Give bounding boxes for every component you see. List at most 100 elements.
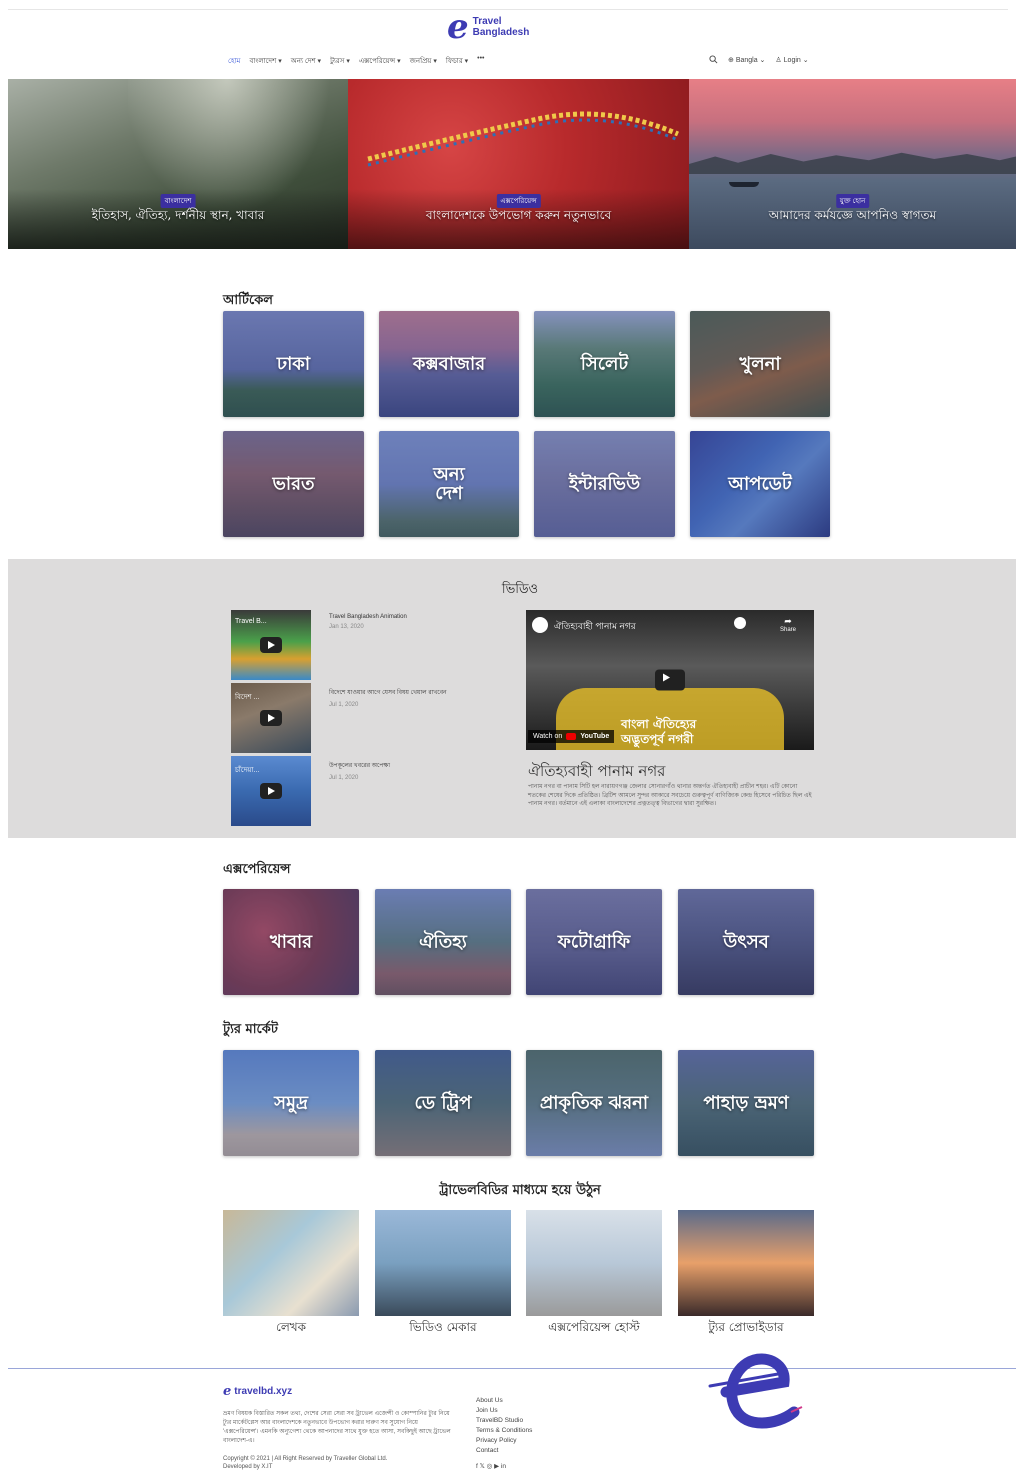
- tour-tile-hill[interactable]: পাহাড় ভ্রমণ: [678, 1050, 814, 1156]
- hero-slide-join[interactable]: যুক্ত হোন আমাদের কর্মযজ্ঞে আপনিও স্বাগতম: [689, 79, 1016, 249]
- join-caption-writer[interactable]: লেখক: [223, 1319, 359, 1339]
- channel-avatar: [532, 617, 548, 633]
- nav-feature[interactable]: ফিচার ▾: [446, 55, 468, 67]
- thumb-caption: বিদেশ ...: [235, 694, 260, 701]
- article-tile-coxsbazar[interactable]: কক্সবাজার: [379, 311, 519, 417]
- article-tile-dhaka[interactable]: ঢাকা: [223, 311, 364, 417]
- hero-slide-experience[interactable]: এক্সপেরিয়েন্স বাংলাদেশকে উপভোগ করুন নতু…: [348, 79, 689, 249]
- share-button[interactable]: ➦ Share: [780, 616, 796, 633]
- join-caption-video-maker[interactable]: ভিডিও মেকার: [375, 1319, 511, 1339]
- tile-label: আপডেট: [728, 473, 792, 495]
- experience-tile-photography[interactable]: ফটোগ্রাফি: [526, 889, 662, 995]
- video-thumb-1[interactable]: Travel B...: [231, 610, 311, 680]
- tile-label: ভারত: [272, 473, 315, 495]
- join-caption-tour-provider[interactable]: ট্যুর প্রোভাইডার: [678, 1319, 814, 1339]
- feature-video-text: পানাম নগর বা পানাম সিটি হল নারায়ণগঞ্জ জ…: [528, 784, 812, 807]
- footer-about: ভ্রমণ বিষয়ক বিস্তারিত সকল তথ্য, দেশের স…: [223, 1411, 451, 1444]
- thumb-caption: চাঁদেয়া...: [235, 767, 260, 774]
- play-icon[interactable]: [260, 710, 282, 726]
- tour-tile-sea[interactable]: সমুদ্র: [223, 1050, 359, 1156]
- boat-icon: [729, 182, 759, 187]
- join-image-video-maker[interactable]: [375, 1210, 511, 1316]
- tile-label: পাহাড় ভ্রমণ: [703, 1092, 789, 1114]
- hero-title[interactable]: বাংলাদেশকে উপভোগ করুন নতুনভাবে: [348, 207, 689, 227]
- articles-title: আর্টিকেল: [223, 293, 273, 308]
- footer-link-join[interactable]: Join Us: [476, 1406, 532, 1416]
- feature-video-title[interactable]: ঐতিহ্যবাহী পানাম নগর: [528, 760, 665, 785]
- tile-label: প্রাকৃতিক ঝরনা: [539, 1092, 649, 1114]
- language-selector[interactable]: ⊕ Bangla ⌄: [728, 56, 765, 64]
- search-icon[interactable]: [709, 55, 718, 64]
- article-tile-india[interactable]: ভারত: [223, 431, 364, 537]
- video-thumb-2[interactable]: বিদেশ ...: [231, 683, 311, 753]
- tile-label: খুলনা: [739, 353, 781, 375]
- article-tile-other-country[interactable]: অন্য দেশ: [379, 431, 519, 537]
- video-list-item-1[interactable]: Travel Bangladesh Animation Jan 13, 2020: [329, 614, 407, 630]
- nav-popular[interactable]: জনপ্রিয় ▾: [410, 55, 437, 67]
- tile-label: অন্য দেশ: [433, 464, 465, 504]
- tour-tile-waterfall[interactable]: প্রাকৃতিক ঝরনা: [526, 1050, 662, 1156]
- clock-icon[interactable]: [734, 617, 746, 629]
- tile-label: কক্সবাজার: [412, 353, 486, 375]
- logo-e-icon: e: [447, 7, 469, 47]
- watch-on-label: Watch on: [533, 733, 563, 740]
- video-list-title: Travel Bangladesh Animation: [329, 614, 407, 620]
- nav-more[interactable]: •••: [477, 55, 484, 67]
- video-list-item-2[interactable]: বিদেশে যাওয়ার আগে যেসব বিষয় খেয়াল রাখ…: [329, 687, 447, 708]
- tour-tile-day-trip[interactable]: ডে ট্রিপ: [375, 1050, 511, 1156]
- nav-other-country[interactable]: অন্য দেশ ▾: [291, 55, 321, 67]
- article-tile-interview[interactable]: ইন্টারভিউ: [534, 431, 675, 537]
- footer-divider: [8, 1368, 1016, 1369]
- logo-line2: Bangladesh: [472, 27, 530, 38]
- video-thumb-3[interactable]: চাঁদেয়া...: [231, 756, 311, 826]
- play-icon[interactable]: [260, 637, 282, 653]
- join-caption-experience-host[interactable]: এক্সপেরিয়েন্স হোস্ট: [526, 1319, 662, 1339]
- nav-bangladesh[interactable]: বাংলাদেশ ▾: [249, 55, 281, 67]
- footer-link-about[interactable]: About Us: [476, 1396, 532, 1406]
- player-overlay-line2: অদ্ভুতপূর্ব নগরী: [621, 732, 694, 746]
- hero-slide-bangladesh[interactable]: বাংলাদেশ ইতিহাস, ঐতিহ্য, দর্শনীয় স্থান,…: [8, 79, 348, 249]
- play-icon[interactable]: [260, 783, 282, 799]
- article-tile-update[interactable]: আপডেট: [690, 431, 830, 537]
- footer-big-logo-icon: [708, 1353, 803, 1429]
- login-button[interactable]: ♙ Login ⌄: [775, 56, 808, 64]
- article-tile-khulna[interactable]: খুলনা: [690, 311, 830, 417]
- footer-link-contact[interactable]: Contact: [476, 1446, 532, 1456]
- site-logo[interactable]: e Travel Bangladesh: [447, 7, 530, 47]
- hero-title[interactable]: আমাদের কর্মযজ্ঞে আপনিও স্বাগতম: [689, 207, 1016, 227]
- hero-badge[interactable]: এক্সপেরিয়েন্স: [496, 194, 541, 208]
- video-title: ভিডিও: [501, 582, 539, 597]
- footer-links: About Us Join Us TravelBD Studio Terms &…: [476, 1396, 532, 1456]
- experience-title: এক্সপেরিয়েন্স: [223, 862, 291, 877]
- watch-on-youtube[interactable]: Watch on YouTube: [528, 730, 615, 743]
- footer-logo-text: travelbd.xyz: [234, 1386, 293, 1397]
- hero-badge[interactable]: যুক্ত হোন: [835, 194, 870, 208]
- video-list-item-3[interactable]: উপকূলের খবরের অপেক্ষা Jul 1, 2020: [329, 760, 390, 781]
- video-player[interactable]: ঐতিহ্যবাহী পানাম নগর ➦ Share বাংলা ঐতিহ্য…: [526, 610, 814, 750]
- experience-tile-festival[interactable]: উৎসব: [678, 889, 814, 995]
- join-image-experience-host[interactable]: [526, 1210, 662, 1316]
- tile-label: ইন্টারভিউ: [568, 473, 641, 495]
- hero-badge[interactable]: বাংলাদেশ: [160, 194, 196, 208]
- nav-experience[interactable]: এক্সপেরিয়েন্স ▾: [359, 55, 401, 67]
- video-list-title: বিদেশে যাওয়ার আগে যেসব বিষয় খেয়াল রাখ…: [329, 690, 447, 696]
- experience-tile-food[interactable]: খাবার: [223, 889, 359, 995]
- tile-label: ঐতিহ্য: [419, 931, 467, 953]
- nav-home[interactable]: হোম: [228, 55, 240, 67]
- nav-tours[interactable]: ট্যুরস ▾: [330, 55, 350, 67]
- footer-link-studio[interactable]: TravelBD Studio: [476, 1416, 532, 1426]
- footer-logo-e-icon: e: [223, 1384, 232, 1399]
- join-image-tour-provider[interactable]: [678, 1210, 814, 1316]
- footer-link-privacy[interactable]: Privacy Policy: [476, 1436, 532, 1446]
- article-tile-sylhet[interactable]: সিলেট: [534, 311, 675, 417]
- footer-logo[interactable]: e travelbd.xyz: [223, 1384, 292, 1399]
- tile-label: উৎসব: [723, 931, 769, 953]
- hero-title[interactable]: ইতিহাস, ঐতিহ্য, দর্শনীয় স্থান, খাবার: [8, 207, 348, 227]
- play-icon[interactable]: [655, 669, 685, 691]
- social-icons[interactable]: f 𝕏 ◎ ▶ in: [476, 1462, 506, 1472]
- logo-text: Travel Bangladesh: [473, 16, 530, 38]
- user-icon: ♙: [775, 56, 784, 64]
- footer-link-terms[interactable]: Terms & Conditions: [476, 1426, 532, 1436]
- join-image-writer[interactable]: [223, 1210, 359, 1316]
- experience-tile-heritage[interactable]: ঐতিহ্য: [375, 889, 511, 995]
